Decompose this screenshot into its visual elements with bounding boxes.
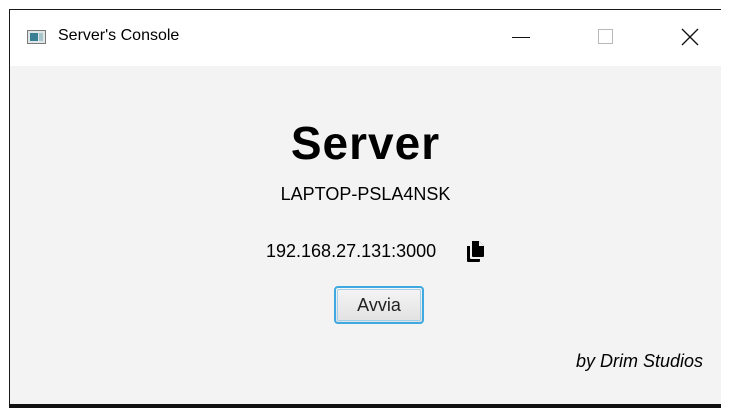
minimize-icon <box>512 37 530 38</box>
window-title: Server's Console <box>58 27 180 44</box>
hostname-label: LAPTOP-PSLA4NSK <box>280 184 451 204</box>
app-icon <box>27 30 46 44</box>
app-window: Server's Console Server LAPTOP-PSLA4NSK … <box>9 9 721 404</box>
copy-icon <box>467 241 485 262</box>
maximize-icon <box>598 29 613 44</box>
copy-address-button[interactable] <box>464 239 486 263</box>
address-row: 192.168.27.131:3000 <box>266 237 486 265</box>
page-title: Server <box>290 117 441 169</box>
maximize-button[interactable] <box>583 10 629 66</box>
close-button[interactable] <box>667 10 713 66</box>
start-server-button[interactable]: Avvia <box>334 286 424 324</box>
close-icon <box>681 28 699 46</box>
server-address: 192.168.27.131:3000 <box>266 240 437 261</box>
start-server-label: Avvia <box>357 295 401 315</box>
main-content: Server LAPTOP-PSLA4NSK 192.168.27.131:30… <box>10 66 721 404</box>
title-bar[interactable]: Server's Console <box>10 10 721 66</box>
minimize-button[interactable] <box>498 10 544 66</box>
credit-text: by Drim Studios <box>575 351 703 371</box>
window-frame-bottom <box>9 404 721 408</box>
